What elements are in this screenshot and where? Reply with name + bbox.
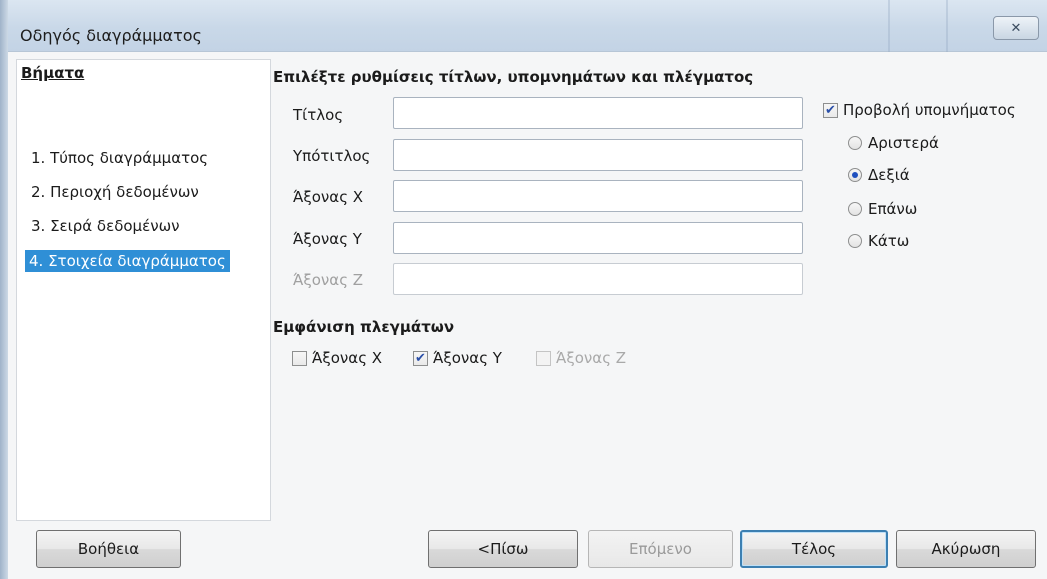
show-legend-label: Προβολή υπομνήματος	[843, 101, 1016, 119]
cancel-button[interactable]: Ακύρωση	[896, 530, 1036, 568]
grid-z-label: Άξονας Z	[556, 349, 627, 367]
legend-right-radio[interactable]: Δεξιά	[848, 166, 910, 184]
help-button[interactable]: Βοήθεια	[36, 530, 181, 568]
step-chart-type[interactable]: 1. Τύπος διαγράμματος	[27, 147, 212, 169]
legend-top-radio[interactable]: Επάνω	[848, 200, 917, 218]
legend-bottom-label: Κάτω	[868, 232, 910, 250]
grid-z-checkbox: Άξονας Z	[536, 349, 626, 367]
window-frame-edge	[0, 0, 8, 579]
radio-icon	[848, 136, 862, 150]
grid-x-checkbox[interactable]: Άξονας X	[292, 349, 382, 367]
finish-button-label: Τέλος	[791, 540, 837, 558]
legend-bottom-radio[interactable]: Κάτω	[848, 232, 909, 250]
step-chart-elements[interactable]: 4. Στοιχεία διαγράμματος	[25, 250, 230, 272]
titles-section-title: Επιλέξτε ρυθμίσεις τίτλων, υπομνημάτων κ…	[273, 68, 754, 86]
close-button[interactable]: ✕	[993, 16, 1039, 40]
steps-panel: Βήματα 1. Τύπος διαγράμματος 2. Περιοχή …	[16, 59, 271, 521]
legend-top-label: Επάνω	[868, 200, 918, 218]
legend-left-radio[interactable]: Αριστερά	[848, 134, 939, 152]
grid-y-label: Άξονας Y	[433, 349, 502, 367]
subtitle-label: Υπότιτλος	[293, 147, 371, 165]
x-axis-input[interactable]	[393, 180, 803, 212]
back-button-label: <Πίσω	[477, 540, 529, 558]
dialog-body: Βήματα 1. Τύπος διαγράμματος 2. Περιοχή …	[8, 52, 1047, 579]
grid-x-label: Άξονας X	[312, 349, 383, 367]
y-axis-input[interactable]	[393, 222, 803, 254]
back-button[interactable]: <Πίσω	[428, 530, 578, 568]
help-button-label: Βοήθεια	[77, 540, 140, 558]
legend-left-label: Αριστερά	[868, 134, 939, 152]
z-axis-input	[393, 263, 803, 295]
steps-title: Βήματα	[21, 64, 85, 82]
next-button-label: Επόμενο	[629, 540, 692, 558]
step-data-range[interactable]: 2. Περιοχή δεδομένων	[27, 181, 203, 203]
z-axis-label: Άξονας Z	[293, 271, 364, 289]
legend-right-label: Δεξιά	[868, 166, 910, 184]
checkbox-checked-icon: ✔	[823, 102, 838, 118]
y-axis-label: Άξονας Y	[293, 230, 362, 248]
grid-section-title: Εμφάνιση πλεγμάτων	[273, 318, 455, 336]
window-title: Οδηγός διαγράμματος	[20, 26, 202, 45]
radio-icon	[848, 202, 862, 216]
checkbox-checked-icon: ✔	[413, 350, 428, 366]
background-window-hint	[888, 0, 948, 52]
finish-button[interactable]: Τέλος	[740, 530, 888, 568]
step-data-series[interactable]: 3. Σειρά δεδομένων	[27, 215, 184, 237]
checkbox-unchecked-icon	[536, 350, 551, 366]
close-icon: ✕	[1010, 20, 1022, 36]
radio-selected-icon	[848, 168, 862, 182]
grid-y-checkbox[interactable]: ✔ Άξονας Y	[413, 349, 502, 367]
subtitle-input[interactable]	[393, 139, 803, 171]
title-input[interactable]	[393, 97, 803, 129]
cancel-button-label: Ακύρωση	[931, 540, 1001, 558]
x-axis-label: Άξονας X	[293, 188, 364, 206]
radio-icon	[848, 234, 862, 248]
title-label: Τίτλος	[293, 106, 344, 124]
title-bar[interactable]: Οδηγός διαγράμματος ✕	[8, 0, 1047, 52]
show-legend-checkbox[interactable]: ✔ Προβολή υπομνήματος	[823, 101, 1016, 119]
next-button: Επόμενο	[588, 530, 733, 568]
checkbox-unchecked-icon	[292, 350, 307, 366]
